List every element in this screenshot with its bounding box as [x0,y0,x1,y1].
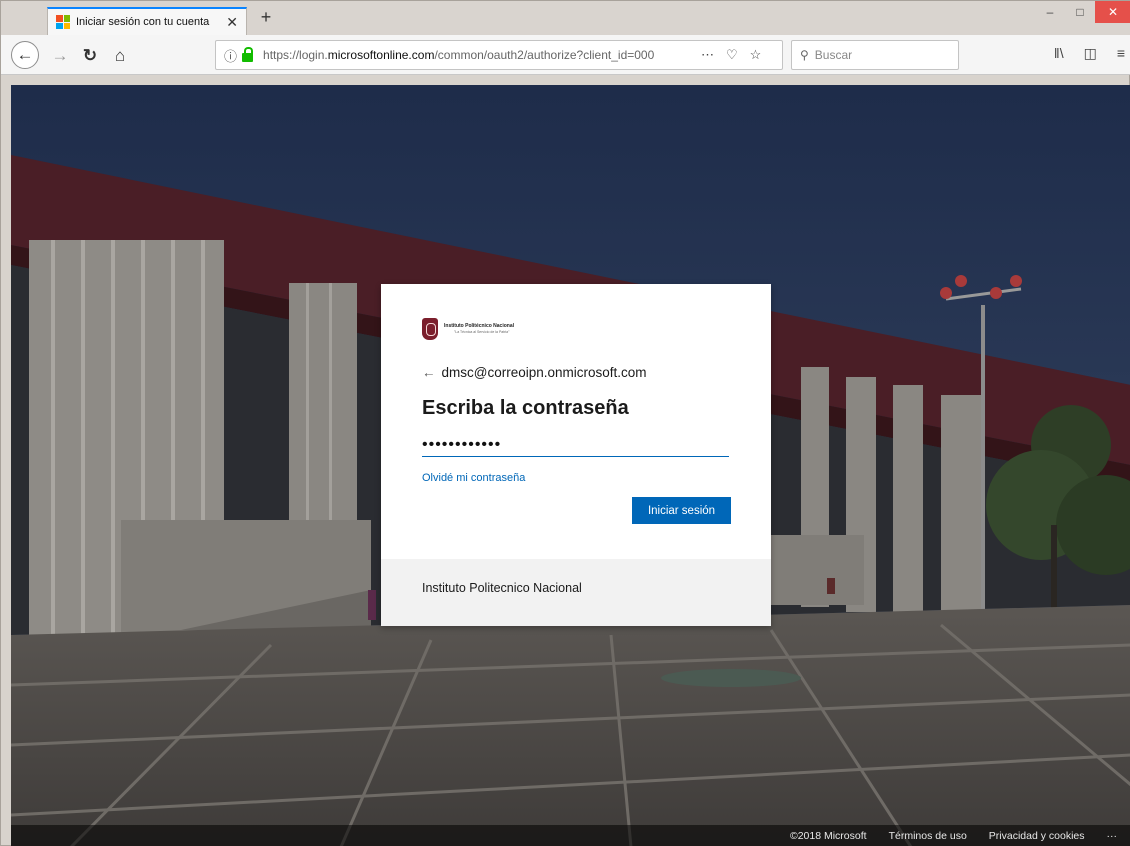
search-icon: ⚲ [800,48,809,62]
minimize-button[interactable]: – [1035,1,1065,23]
url-actions: ⋯ ♡ ☆ [701,47,761,63]
library-icon[interactable]: ‖\ [1054,45,1064,62]
organization-name: Instituto Politecnico Nacional [422,581,582,595]
window-controls: – □ ✕ [1035,1,1130,25]
info-icon[interactable]: ⓘ [224,46,237,65]
tab-title: Iniciar sesión con tu cuenta [76,16,210,28]
tab-strip: Iniciar sesión con tu cuenta ✕ + – □ ✕ [1,1,1130,35]
terms-link[interactable]: Términos de uso [889,830,967,842]
new-tab-button[interactable]: + [255,7,277,29]
privacy-link[interactable]: Privacidad y cookies [989,830,1085,842]
address-bar[interactable]: ⓘ https://login.microsoftonline.com/comm… [215,40,783,70]
pocket-icon[interactable]: ♡ [726,47,738,63]
logo-motto: "La Técnica al Servicio de la Patria" [454,330,510,334]
lock-icon[interactable] [242,46,254,62]
more-options-icon[interactable]: ··· [1107,830,1118,842]
logo-name: Instituto Politécnico Nacional [444,323,515,329]
url-text[interactable]: https://login.microsoftonline.com/common… [263,48,683,62]
forgot-password-link[interactable]: Olvidé mi contraseña [422,472,525,484]
search-placeholder: Buscar [814,48,853,62]
close-window-button[interactable]: ✕ [1095,1,1130,23]
back-arrow-icon[interactable]: ← [422,365,436,380]
institution-logo: Instituto Politécnico Nacional "La Técni… [422,318,514,340]
hamburger-menu-icon[interactable]: ≡ [1117,45,1125,62]
copyright-text: ©2018 Microsoft [789,830,867,842]
signin-button[interactable]: Iniciar sesión [632,497,731,524]
account-identity[interactable]: ← dmsc@correoipn.onmicrosoft.com [422,365,647,380]
page-footer: ©2018 Microsoft Términos de uso Privacid… [11,825,1130,846]
page-title: Escriba la contraseña [422,397,629,419]
password-field[interactable] [422,431,729,457]
logo-text: Instituto Politécnico Nacional "La Técni… [444,323,514,335]
maximize-button[interactable]: □ [1065,1,1095,23]
tab-close-icon[interactable]: ✕ [226,14,238,31]
page-viewport: Instituto Politécnico Nacional "La Técni… [11,85,1130,846]
back-arrow-icon[interactable]: ← [11,41,39,69]
signin-card: Instituto Politécnico Nacional "La Técni… [381,284,771,626]
card-footer: Instituto Politecnico Nacional [381,559,771,626]
account-email: dmsc@correoipn.onmicrosoft.com [441,365,647,380]
tab-signin[interactable]: Iniciar sesión con tu cuenta ✕ [47,7,247,35]
search-input[interactable]: ⚲ Buscar [791,40,959,70]
home-icon[interactable]: ⌂ [107,43,133,69]
forward-arrow-icon[interactable]: → [47,43,73,69]
toolbar-right: ‖\ ◫ ≡ [1054,45,1125,62]
ellipsis-icon[interactable]: ⋯ [701,47,714,63]
ipn-emblem-icon [422,318,438,340]
reload-icon[interactable]: ↻ [77,43,103,69]
sidebar-icon[interactable]: ◫ [1084,45,1097,62]
star-icon[interactable]: ☆ [750,47,762,63]
browser-window: Iniciar sesión con tu cuenta ✕ + – □ ✕ ←… [0,0,1130,846]
navigation-toolbar: ← → ↻ ⌂ ⓘ https://login.microsoftonline.… [1,35,1130,75]
microsoft-logo-icon [56,15,70,29]
